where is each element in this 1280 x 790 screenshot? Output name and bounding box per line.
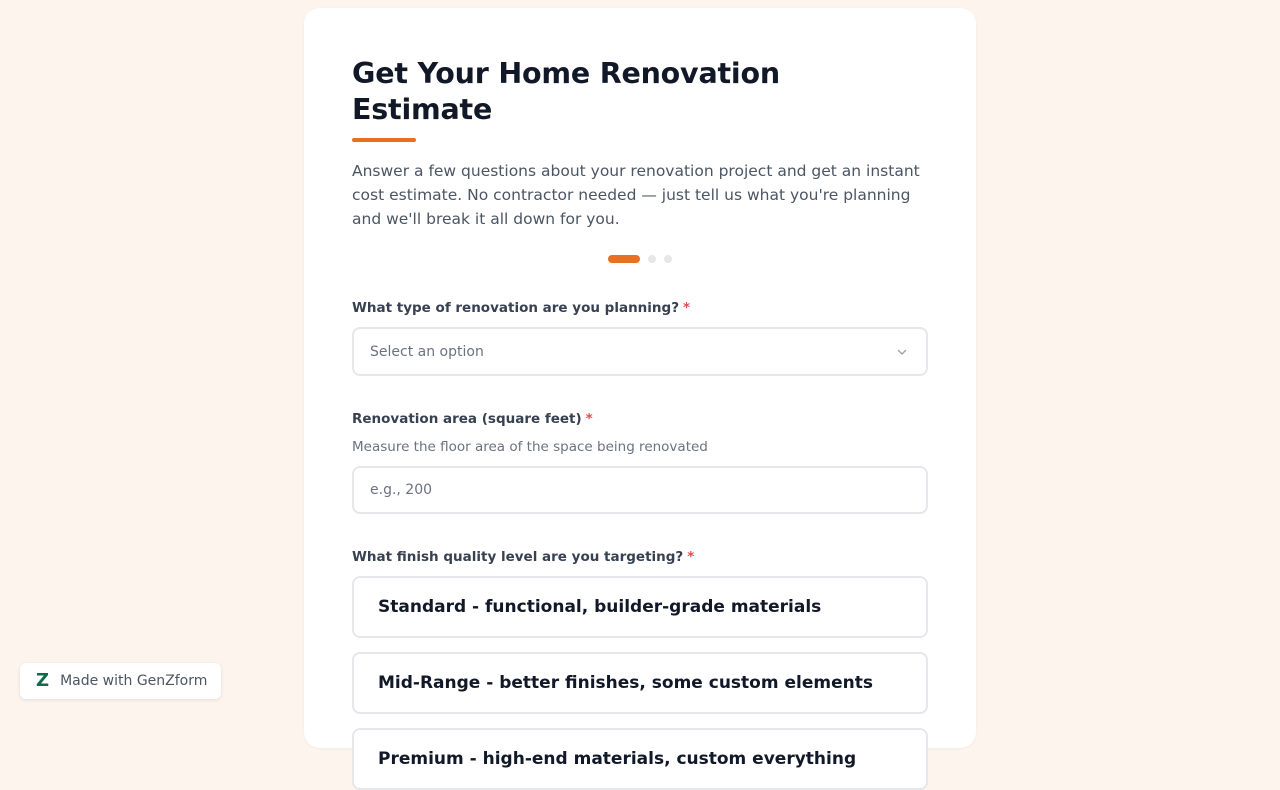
question-label-text: What finish quality level are you target…	[352, 549, 684, 565]
genzform-logo-icon: Z	[36, 670, 50, 691]
question-label: Renovation area (square feet) *	[352, 410, 928, 428]
question-finish-quality: What finish quality level are you target…	[352, 548, 928, 790]
question-renovation-type: What type of renovation are you planning…	[352, 299, 928, 376]
chevron-down-icon	[896, 346, 908, 358]
step-indicator-1	[608, 255, 640, 263]
area-helper-text: Measure the floor area of the space bein…	[352, 439, 708, 455]
required-mark: *	[687, 549, 695, 565]
page-title: Get Your Home Renovation Estimate	[352, 57, 780, 126]
form-description: Answer a few questions about your renova…	[352, 162, 920, 228]
select-value: Select an option	[370, 343, 484, 360]
step-indicator-3	[664, 255, 672, 263]
finish-option-standard[interactable]: Standard - functional, builder-grade mat…	[352, 576, 928, 638]
area-input[interactable]	[352, 466, 928, 514]
question-area: Renovation area (square feet) * Measure t…	[352, 410, 928, 514]
made-with-badge[interactable]: Z Made with GenZform	[20, 663, 221, 699]
finish-quality-options: Standard - functional, builder-grade mat…	[352, 576, 928, 790]
renovation-type-select[interactable]: Select an option	[352, 327, 928, 376]
question-label: What type of renovation are you planning…	[352, 299, 928, 317]
required-mark: *	[585, 411, 593, 427]
badge-text: Made with GenZform	[60, 673, 208, 689]
required-mark: *	[683, 300, 691, 316]
question-label: What finish quality level are you target…	[352, 548, 928, 566]
question-label-text: Renovation area (square feet)	[352, 411, 582, 427]
title-accent-bar	[352, 138, 416, 142]
step-progress	[352, 255, 928, 263]
finish-option-premium[interactable]: Premium - high-end materials, custom eve…	[352, 728, 928, 790]
form-card: Get Your Home Renovation Estimate Answer…	[304, 8, 976, 790]
step-indicator-2	[648, 255, 656, 263]
question-label-text: What type of renovation are you planning…	[352, 300, 680, 316]
finish-option-mid-range[interactable]: Mid-Range - better finishes, some custom…	[352, 652, 928, 714]
